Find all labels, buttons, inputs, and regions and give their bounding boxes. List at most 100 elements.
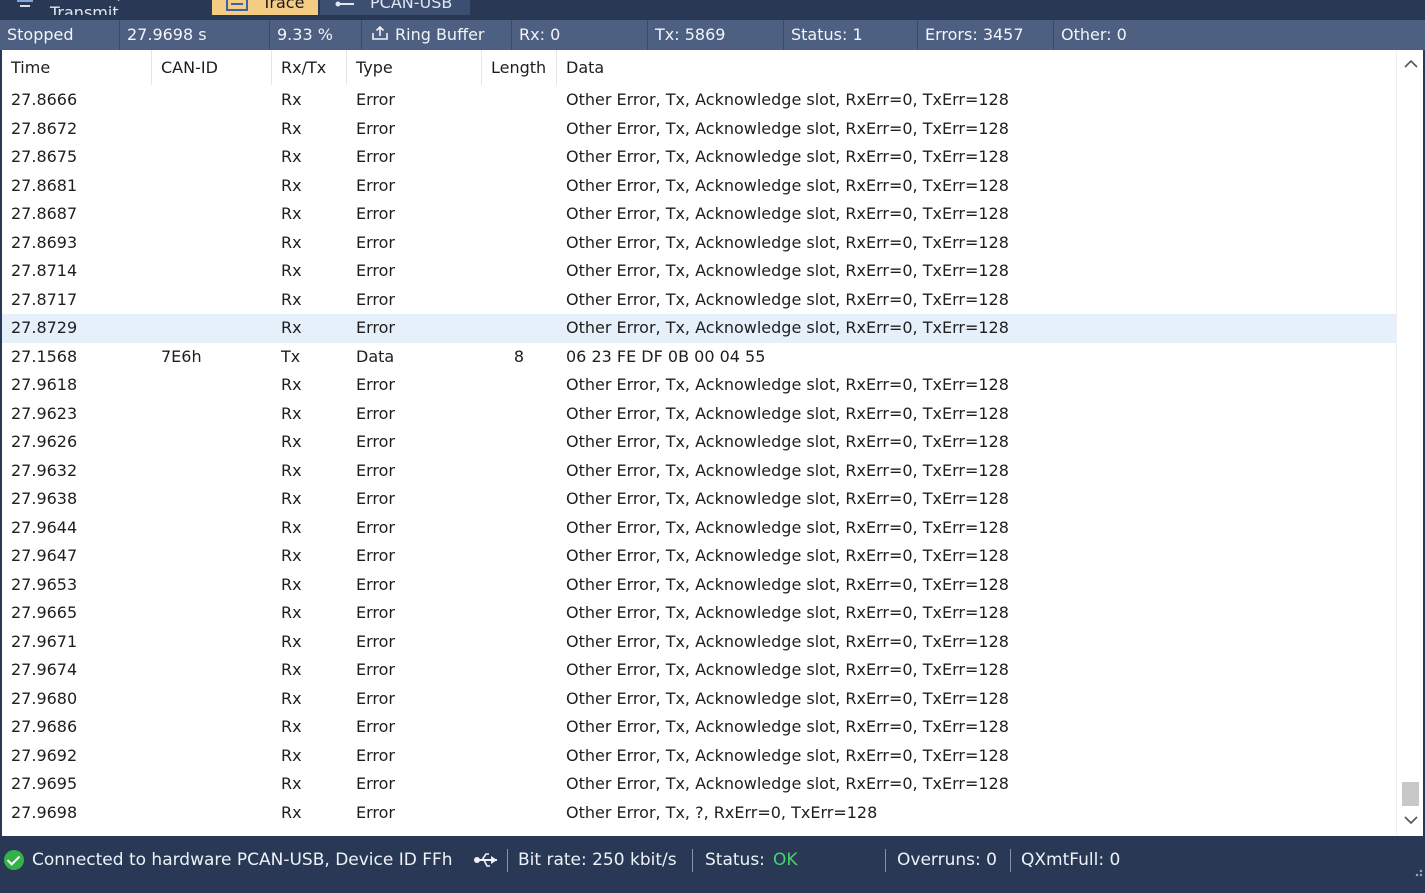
cell-can-id (152, 457, 272, 486)
table-row[interactable]: 27.8693 Rx Error Other Error, Tx, Acknowled… (2, 229, 1396, 258)
cell-data: Other Error, Tx, Acknowledge slot, RxErr… (566, 403, 1009, 423)
cell-rx-tx: Rx (281, 318, 302, 337)
cell-can-id (152, 229, 272, 258)
resize-grip-icon[interactable] (1411, 865, 1423, 877)
cell-time: 27.8666 (11, 90, 78, 109)
cell-rx-tx: Rx (281, 90, 302, 109)
cell-type: Error (356, 546, 395, 565)
tab-receive-transmit[interactable]: Receive / Transmit (0, 0, 210, 15)
table-row[interactable]: 27.9626 Rx Error Other Error, Tx, Acknowled… (2, 428, 1396, 457)
cell-time: 27.9638 (11, 489, 78, 508)
table-row[interactable]: 27.9671 Rx Error Other Error, Tx, Acknowled… (2, 628, 1396, 657)
cell-can-id (152, 542, 272, 571)
cell-rx-tx: Rx (281, 375, 302, 394)
cell-can-id (152, 115, 272, 144)
table-row[interactable]: 27.8672 Rx Error Other Error, Tx, Acknowled… (2, 115, 1396, 144)
column-header-can-id[interactable]: CAN-ID (152, 50, 272, 85)
cell-data: Other Error, Tx, Acknowledge slot, RxErr… (566, 460, 1009, 480)
table-row[interactable]: 27.8666 Rx Error Other Error, Tx, Acknowled… (2, 86, 1396, 115)
cell-can-id: 7E6h (161, 346, 202, 366)
cell-rx-tx: Rx (281, 717, 302, 736)
cell-type: Error (356, 432, 395, 451)
cell-time: 27.9680 (11, 688, 78, 708)
cell-type: Error (356, 289, 395, 309)
cell-rx-tx: Rx (281, 489, 302, 508)
tab-pcan-usb[interactable]: PCAN-USB (320, 0, 470, 15)
buffer-percent: 9.33 % (270, 20, 362, 50)
cell-can-id (152, 770, 272, 799)
cell-type: Error (356, 717, 395, 736)
table-row[interactable]: 27.9695 Rx Error Other Error, Tx, Acknowled… (2, 770, 1396, 799)
column-header-time[interactable]: Time (2, 50, 152, 85)
cell-type: Error (356, 660, 395, 679)
scroll-up-icon[interactable] (1397, 50, 1423, 78)
table-row[interactable]: 27.9618 Rx Error Other Error, Tx, Acknowled… (2, 371, 1396, 400)
table-row[interactable]: 27.8717 Rx Error Other Error, Tx, Acknowled… (2, 286, 1396, 315)
table-row[interactable]: 27.1568 7E6h Tx Data 8 06 23 FE DF 0B 00 04 5… (2, 343, 1396, 372)
cell-can-id (152, 286, 272, 315)
tab-trace[interactable]: Trace (212, 0, 318, 15)
cell-data: Other Error, Tx, Acknowledge slot, RxErr… (566, 688, 1009, 708)
cell-can-id (152, 172, 272, 201)
table-row[interactable]: 27.8687 Rx Error Other Error, Tx, Acknowled… (2, 200, 1396, 229)
table-row[interactable]: 27.9623 Rx Error Other Error, Tx, Acknowled… (2, 400, 1396, 429)
status-separator (1010, 849, 1011, 872)
cell-can-id (152, 514, 272, 543)
cell-type: Error (356, 261, 395, 280)
cell-rx-tx: Rx (281, 660, 302, 679)
cell-length (482, 656, 524, 685)
table-row[interactable]: 27.8675 Rx Error Other Error, Tx, Acknowled… (2, 143, 1396, 172)
cell-type: Error (356, 489, 395, 508)
cell-rx-tx: Rx (281, 631, 302, 651)
cell-can-id (152, 143, 272, 172)
ring-buffer-button[interactable]: Ring Buffer (362, 20, 512, 50)
ring-buffer-icon (371, 21, 389, 51)
table-row[interactable]: 27.9638 Rx Error Other Error, Tx, Acknowled… (2, 485, 1396, 514)
hardware-status-label: Status: (705, 850, 765, 870)
cell-type: Error (356, 574, 395, 594)
cell-data: Other Error, Tx, Acknowledge slot, RxErr… (566, 774, 1009, 793)
cell-can-id (152, 400, 272, 429)
cell-time: 27.1568 (11, 346, 78, 366)
column-header-data[interactable]: Data (557, 50, 1396, 85)
cell-type: Error (356, 745, 395, 765)
cell-rx-tx: Rx (281, 774, 302, 793)
table-row[interactable]: 27.9692 Rx Error Other Error, Tx, Acknowled… (2, 742, 1396, 771)
ring-buffer-label: Ring Buffer (395, 25, 485, 44)
cell-time: 27.9698 (11, 802, 78, 822)
column-header-rx-tx[interactable]: Rx/Tx (272, 50, 347, 85)
cell-length: 8 (513, 346, 524, 366)
cell-time: 27.9618 (11, 375, 78, 394)
cell-length (482, 257, 524, 286)
cell-can-id (152, 799, 272, 828)
table-row[interactable]: 27.9647 Rx Error Other Error, Tx, Acknowled… (2, 542, 1396, 571)
table-row[interactable]: 27.8714 Rx Error Other Error, Tx, Acknowled… (2, 257, 1396, 286)
column-header-type[interactable]: Type (347, 50, 482, 85)
cell-can-id (152, 485, 272, 514)
status-separator (692, 849, 693, 872)
other-count: Other: 0 (1061, 25, 1127, 44)
table-row[interactable]: 27.9698 Rx Error Other Error, Tx, ?, RxErr=… (2, 799, 1396, 828)
table-row[interactable]: 27.9686 Rx Error Other Error, Tx, Acknowled… (2, 713, 1396, 742)
table-row[interactable]: 27.9653 Rx Error Other Error, Tx, Acknowled… (2, 571, 1396, 600)
cell-rx-tx: Rx (281, 175, 302, 195)
cell-length (482, 628, 524, 657)
cell-length (482, 542, 524, 571)
scroll-down-icon[interactable] (1397, 806, 1423, 834)
table-row[interactable]: 27.9632 Rx Error Other Error, Tx, Acknowled… (2, 457, 1396, 486)
table-row[interactable]: 27.9665 Rx Error Other Error, Tx, Acknowled… (2, 599, 1396, 628)
cell-rx-tx: Rx (281, 204, 302, 223)
trace-grid: Time CAN-ID Rx/Tx Type Length Data 27.86… (2, 50, 1423, 836)
cell-type: Error (356, 118, 395, 138)
table-row[interactable]: 27.8681 Rx Error Other Error, Tx, Acknowled… (2, 172, 1396, 201)
cell-time: 27.9695 (11, 774, 78, 793)
table-row[interactable]: 27.9674 Rx Error Other Error, Tx, Acknowled… (2, 656, 1396, 685)
scrollbar-thumb[interactable] (1402, 782, 1419, 806)
vertical-scrollbar[interactable] (1396, 50, 1423, 836)
table-row[interactable]: 27.9680 Rx Error Other Error, Tx, Acknowled… (2, 685, 1396, 714)
column-header-length[interactable]: Length (482, 50, 557, 85)
trace-state: Stopped (0, 20, 120, 50)
table-row[interactable]: 27.9644 Rx Error Other Error, Tx, Acknowled… (2, 514, 1396, 543)
table-row[interactable]: 27.8729 Rx Error Other Error, Tx, Acknowled… (2, 314, 1396, 343)
cell-data: Other Error, Tx, Acknowledge slot, RxErr… (566, 90, 1009, 109)
